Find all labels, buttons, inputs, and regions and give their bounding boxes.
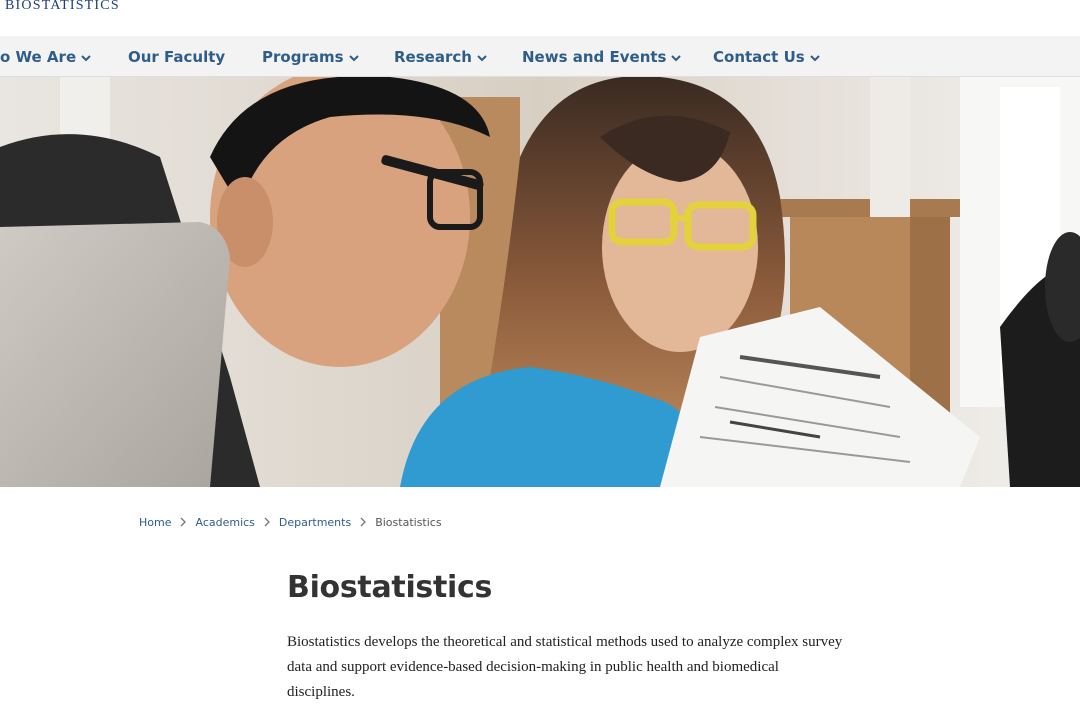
main-nav: o We Are Our Faculty Programs Research N…: [0, 36, 1080, 77]
chevron-down-icon: [80, 52, 92, 64]
breadcrumb-academics[interactable]: Academics: [195, 516, 254, 529]
nav-item-research[interactable]: Research: [394, 36, 488, 77]
site-logo-text[interactable]: BIOSTATISTICS: [5, 0, 120, 14]
chevron-right-icon: [263, 517, 271, 527]
nav-item-label: o We Are: [0, 47, 77, 66]
breadcrumb-current: Biostatistics: [375, 515, 442, 529]
breadcrumb: Home Academics Departments Biostatistics: [139, 514, 442, 530]
chevron-down-icon: [809, 52, 821, 64]
hero-image: [0, 77, 1080, 487]
nav-item-contact-us[interactable]: Contact Us: [713, 36, 821, 77]
nav-item-label: Programs: [262, 47, 344, 66]
chevron-right-icon: [179, 517, 187, 527]
breadcrumb-home[interactable]: Home: [139, 516, 171, 529]
students-studying-photo: [0, 77, 1080, 487]
nav-item-our-faculty[interactable]: Our Faculty: [128, 36, 225, 77]
page-title: Biostatistics: [287, 570, 493, 605]
chevron-right-icon: [359, 517, 367, 527]
nav-item-programs[interactable]: Programs: [262, 36, 360, 77]
chevron-down-icon: [348, 52, 360, 64]
chevron-down-icon: [476, 52, 488, 64]
breadcrumb-departments[interactable]: Departments: [279, 516, 351, 529]
nav-item-news-and-events[interactable]: News and Events: [522, 36, 682, 77]
intro-paragraph: Biostatistics develops the theoretical a…: [287, 634, 843, 700]
chevron-down-icon: [670, 52, 682, 64]
nav-item-label: Research: [394, 47, 472, 66]
nav-item-label: Contact Us: [713, 47, 805, 66]
nav-item-label: News and Events: [522, 47, 667, 66]
nav-item-who-we-are[interactable]: o We Are: [0, 36, 92, 77]
site-header: BIOSTATISTICS: [0, 0, 1080, 36]
nav-item-label: Our Faculty: [128, 47, 226, 66]
